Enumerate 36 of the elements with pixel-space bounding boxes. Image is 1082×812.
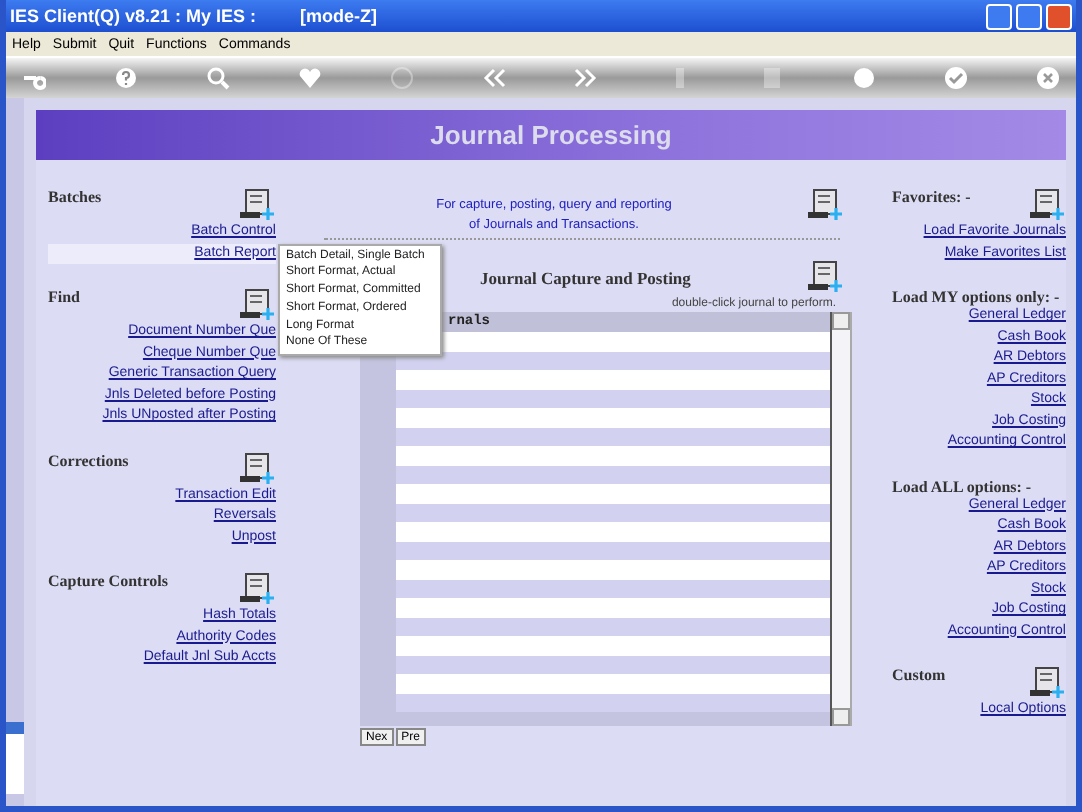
scrollbar[interactable] (832, 312, 852, 726)
document-plus-icon[interactable] (1030, 188, 1066, 222)
mode-label: [mode-Z] (300, 6, 378, 26)
section-title: Favorites: - (892, 188, 971, 206)
document-plus-icon[interactable] (240, 451, 276, 485)
double-left-icon[interactable] (482, 66, 507, 90)
heart-icon[interactable] (298, 66, 323, 90)
help-icon[interactable] (114, 66, 139, 90)
scroll-down-icon[interactable] (832, 708, 850, 726)
window-title: IES Client(Q) v8.21 : My IES : (10, 6, 257, 26)
section-title: Custom (892, 666, 946, 684)
check-icon[interactable] (943, 66, 968, 90)
document-plus-icon[interactable] (808, 188, 844, 222)
circle-icon[interactable] (390, 66, 415, 90)
document-plus-icon[interactable] (240, 572, 276, 606)
close-icon[interactable] (1035, 66, 1060, 90)
section-title: Load ALL options: - (892, 477, 1032, 495)
minimize-icon[interactable] (986, 3, 1012, 29)
document-plus-icon[interactable] (808, 260, 844, 294)
section-title: Batches (48, 188, 102, 206)
scroll-up-icon[interactable] (832, 312, 850, 330)
maximize-icon[interactable] (1016, 3, 1042, 29)
section-title: Journal Capture and Posting (480, 268, 691, 288)
section-title: Find (48, 288, 81, 306)
section-title: Corrections (48, 451, 129, 469)
page-icon[interactable] (759, 66, 784, 90)
close-icon[interactable] (1046, 3, 1072, 29)
side-tab[interactable] (6, 722, 24, 794)
section-title: Capture Controls (48, 572, 168, 590)
document-plus-icon[interactable] (1030, 666, 1066, 700)
double-right-icon[interactable] (574, 66, 599, 90)
section-title: Load MY options only: - (892, 288, 1060, 306)
search-icon[interactable] (206, 66, 231, 90)
document-plus-icon[interactable] (240, 188, 276, 222)
document-plus-icon[interactable] (240, 288, 276, 322)
page-title: Journal Processing (36, 110, 1066, 160)
